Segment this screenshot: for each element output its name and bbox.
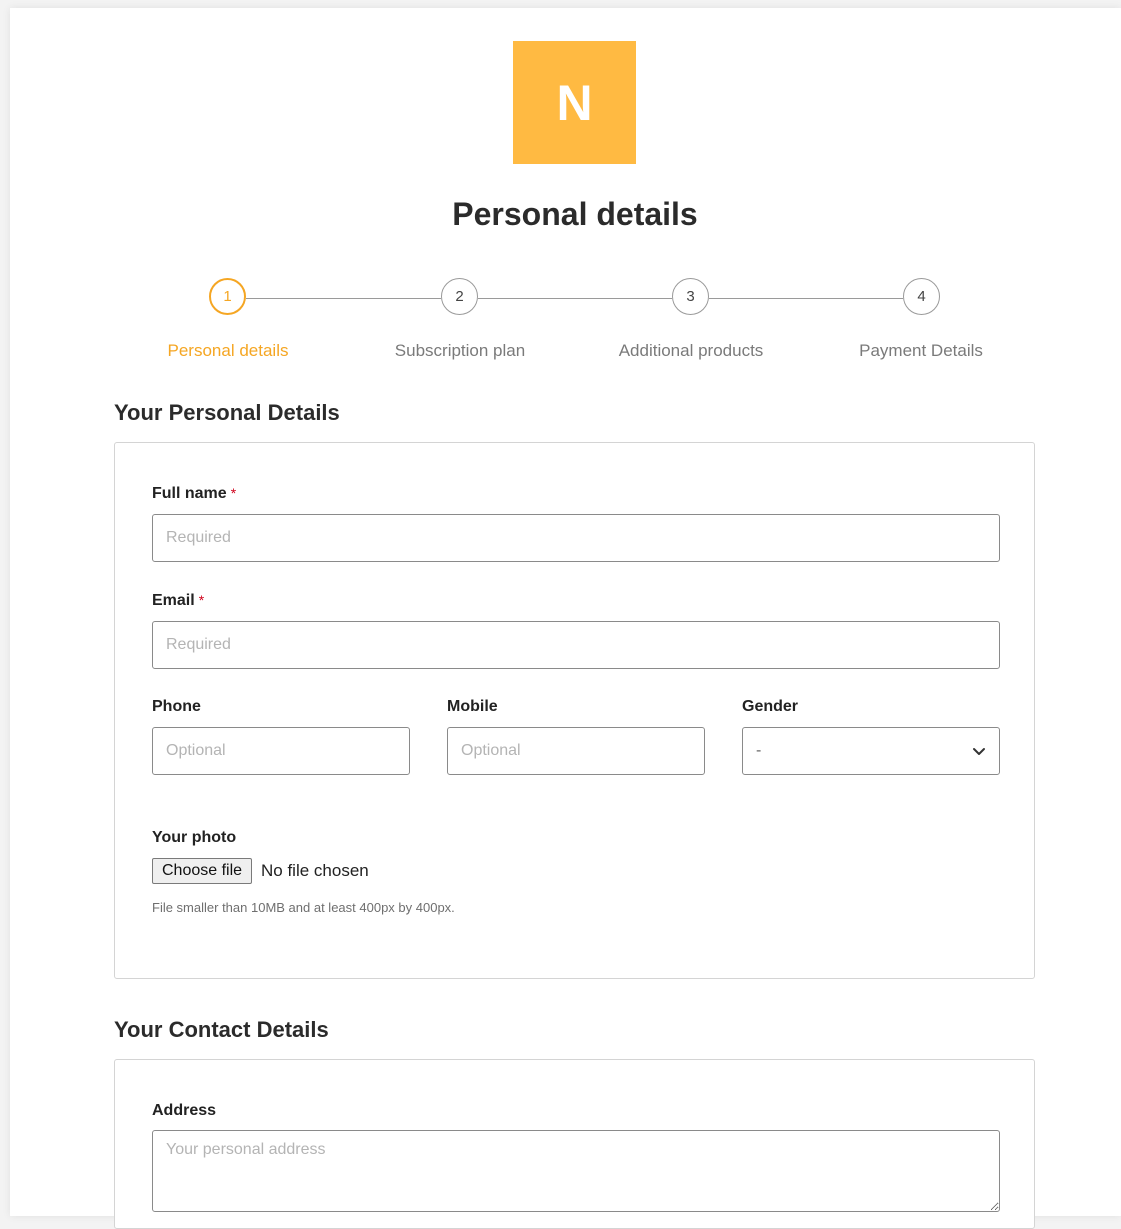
logo-letter: N [556,74,593,131]
required-asterisk: * [230,485,237,501]
step-number: 4 [917,288,926,305]
full-name-label: Full name * [152,485,236,503]
step-connector [478,298,672,299]
mobile-input[interactable] [447,727,705,775]
address-textarea[interactable] [152,1130,1000,1212]
step-1-circle[interactable]: 1 [209,278,246,315]
chevron-down-icon [973,748,985,755]
step-number: 2 [455,288,464,305]
personal-details-card: Full name* Email* Phone Mobile Gender - … [114,442,1035,979]
email-label: Email * [152,592,204,610]
step-4-label[interactable]: Payment Details [821,341,1021,361]
phone-label: Phone [152,698,201,715]
gender-label: Gender [742,698,799,715]
step-connector [246,298,441,299]
step-3-circle[interactable]: 3 [672,278,709,315]
gender-selected-value: - [756,742,762,759]
contact-details-heading: Your Contact Details [114,1017,329,1042]
brand-logo: N [513,41,636,164]
step-1-label[interactable]: Personal details [128,341,328,361]
mobile-label: Mobile [447,698,498,715]
file-status-text: No file chosen [261,861,369,880]
step-4-circle[interactable]: 4 [903,278,940,315]
page-container: N Personal details 1 2 3 4 Personal deta… [10,8,1121,1229]
step-number: 3 [686,288,695,305]
required-asterisk: * [198,592,205,608]
gender-select[interactable]: - [742,727,1000,775]
address-label: Address [152,1102,217,1119]
full-name-input[interactable] [152,514,1000,562]
full-name-label-text: Full name [152,485,227,502]
step-number: 1 [223,288,232,305]
email-input[interactable] [152,621,1000,669]
step-2-label[interactable]: Subscription plan [360,341,560,361]
step-3-label[interactable]: Additional products [591,341,791,361]
step-connector [709,298,903,299]
personal-details-heading: Your Personal Details [114,400,340,425]
progress-stepper: 1 2 3 4 Personal details Subscription pl… [10,278,1121,368]
photo-label: Your photo [152,829,237,846]
choose-file-button[interactable]: Choose file [152,858,253,884]
page-title: Personal details [452,196,698,232]
step-2-circle[interactable]: 2 [441,278,478,315]
phone-input[interactable] [152,727,410,775]
contact-details-card: Address [114,1059,1035,1229]
photo-hint: File smaller than 10MB and at least 400p… [152,900,455,915]
email-label-text: Email [152,592,195,609]
